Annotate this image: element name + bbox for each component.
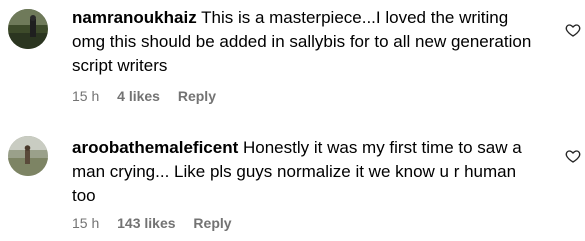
comment-meta: 15 h 4 likes Reply (72, 88, 230, 104)
avatar[interactable] (8, 136, 48, 176)
heart-outline-icon[interactable] (565, 148, 581, 164)
avatar-image (8, 136, 48, 176)
comment-time[interactable]: 15 h (72, 215, 99, 231)
comment-username[interactable]: aroobathemaleficent (72, 138, 238, 157)
avatar-image (8, 9, 48, 49)
heart-outline-icon[interactable] (565, 22, 581, 38)
avatar[interactable] (8, 9, 48, 49)
comment-body: aroobathemaleficent Honestly it was my f… (72, 136, 537, 208)
comment-likes[interactable]: 143 likes (117, 215, 175, 231)
comment-likes[interactable]: 4 likes (117, 88, 160, 104)
comment-body: namranoukhaiz This is a masterpiece...I … (72, 6, 537, 78)
comment-time[interactable]: 15 h (72, 88, 99, 104)
comment-username[interactable]: namranoukhaiz (72, 8, 197, 27)
comment-item: namranoukhaiz This is a masterpiece...I … (0, 0, 585, 120)
reply-button[interactable]: Reply (178, 88, 216, 104)
comment-meta: 15 h 143 likes Reply (72, 215, 246, 231)
comment-item: aroobathemaleficent Honestly it was my f… (0, 120, 585, 241)
reply-button[interactable]: Reply (193, 215, 231, 231)
